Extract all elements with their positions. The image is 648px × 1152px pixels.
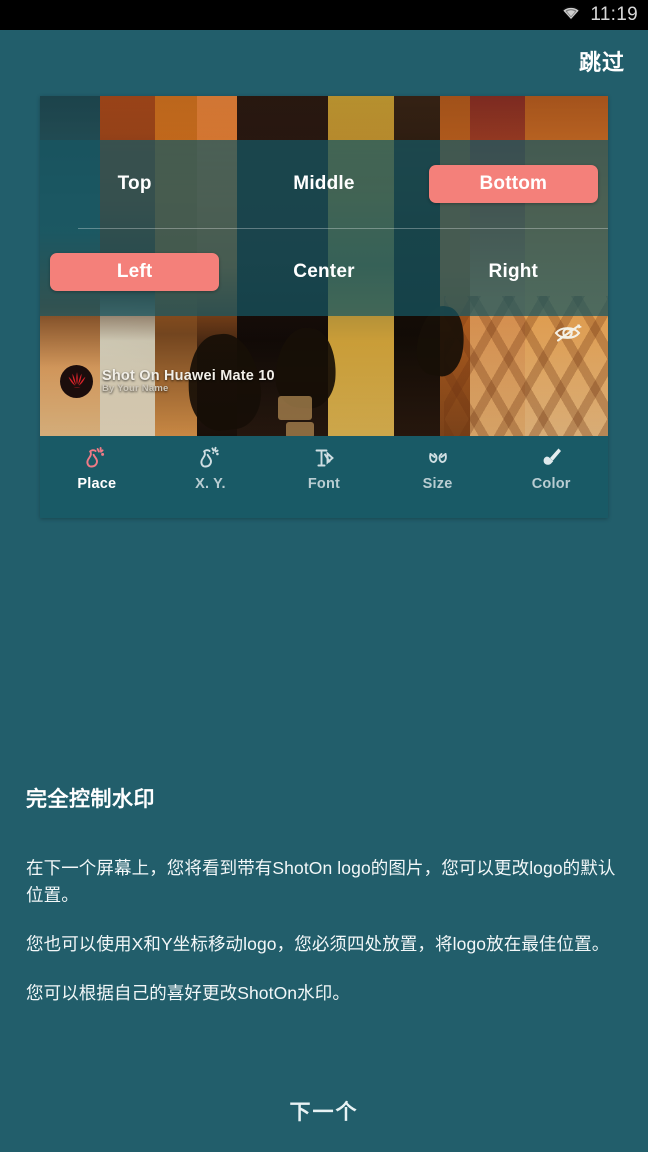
placement-cell-top[interactable]: Top: [40, 165, 229, 203]
skip-button[interactable]: 跳过: [579, 45, 625, 77]
footer-bar: 下一个: [0, 1088, 648, 1134]
editor-toolbar: Place X. Y. Font Size Color: [40, 436, 608, 518]
next-button[interactable]: 下一个: [260, 1088, 389, 1134]
toolbar-label: X. Y.: [195, 476, 226, 492]
placement-option-center[interactable]: Center: [229, 253, 418, 291]
placement-cell-left[interactable]: Left: [40, 253, 229, 291]
huawei-logo-icon: [60, 365, 93, 398]
tutorial-paragraph-1: 在下一个屏幕上，您将看到带有ShotOn logo的图片，您可以更改logo的默…: [26, 858, 616, 906]
header-bar: 跳过: [0, 30, 648, 92]
placement-row-horizontal: Left Center Right: [40, 228, 608, 316]
status-bar-clock: 11:19: [590, 3, 638, 25]
tutorial-preview-wrap: Top Middle Bottom Left Center Right Shot…: [0, 92, 648, 518]
tutorial-paragraph-3: 您可以根据自己的喜好更改ShotOn水印。: [26, 983, 350, 1004]
size-arrows-icon: [425, 445, 451, 471]
toolbar-label: Size: [422, 476, 453, 492]
toolbar-item-size[interactable]: Size: [381, 445, 495, 492]
sample-photo: Top Middle Bottom Left Center Right Shot…: [40, 96, 608, 436]
tutorial-copy: 完全控制水印 在下一个屏幕上，您将看到带有ShotOn logo的图片，您可以更…: [0, 518, 648, 1008]
placement-row-vertical: Top Middle Bottom: [40, 140, 608, 228]
placement-cell-middle[interactable]: Middle: [229, 165, 418, 203]
toolbar-item-place[interactable]: Place: [40, 445, 154, 492]
watermark: Shot On Huawei Mate 10 By Your Name: [60, 365, 275, 398]
placement-option-bottom[interactable]: Bottom: [429, 165, 598, 203]
placement-option-left[interactable]: Left: [50, 253, 219, 291]
placement-cell-bottom[interactable]: Bottom: [419, 165, 608, 203]
tutorial-preview-card: Top Middle Bottom Left Center Right Shot…: [40, 96, 608, 518]
watermark-text: Shot On Huawei Mate 10 By Your Name: [102, 367, 275, 395]
paintbrush-icon: [538, 445, 564, 471]
font-t-icon: [311, 445, 337, 471]
status-bar: 11:19: [0, 0, 648, 30]
placement-option-top[interactable]: Top: [40, 165, 229, 203]
placement-cell-right[interactable]: Right: [419, 253, 608, 291]
page-title: 完全控制水印: [26, 788, 155, 811]
wand-sparkle-xy-icon: [197, 445, 223, 471]
wifi-icon: [560, 5, 582, 26]
placement-option-middle[interactable]: Middle: [229, 165, 418, 203]
watermark-subtitle: By Your Name: [102, 383, 169, 395]
wand-place-icon: [84, 445, 110, 471]
placement-cell-center[interactable]: Center: [229, 253, 418, 291]
toolbar-item-color[interactable]: Color: [494, 445, 608, 492]
tutorial-paragraph-2: 您也可以使用X和Y坐标移动logo，您必须四处放置，将logo放在最佳位置。: [26, 934, 610, 955]
placement-option-right[interactable]: Right: [419, 253, 608, 291]
toolbar-label: Font: [307, 476, 341, 492]
eye-off-icon[interactable]: [550, 318, 590, 348]
toolbar-label: Place: [77, 476, 117, 492]
watermark-title: Shot On Huawei Mate 10: [102, 367, 275, 384]
toolbar-label: Color: [531, 476, 571, 492]
toolbar-item-font[interactable]: Font: [267, 445, 381, 492]
toolbar-item-xy[interactable]: X. Y.: [154, 445, 268, 492]
placement-picker: Top Middle Bottom Left Center Right: [40, 140, 608, 316]
